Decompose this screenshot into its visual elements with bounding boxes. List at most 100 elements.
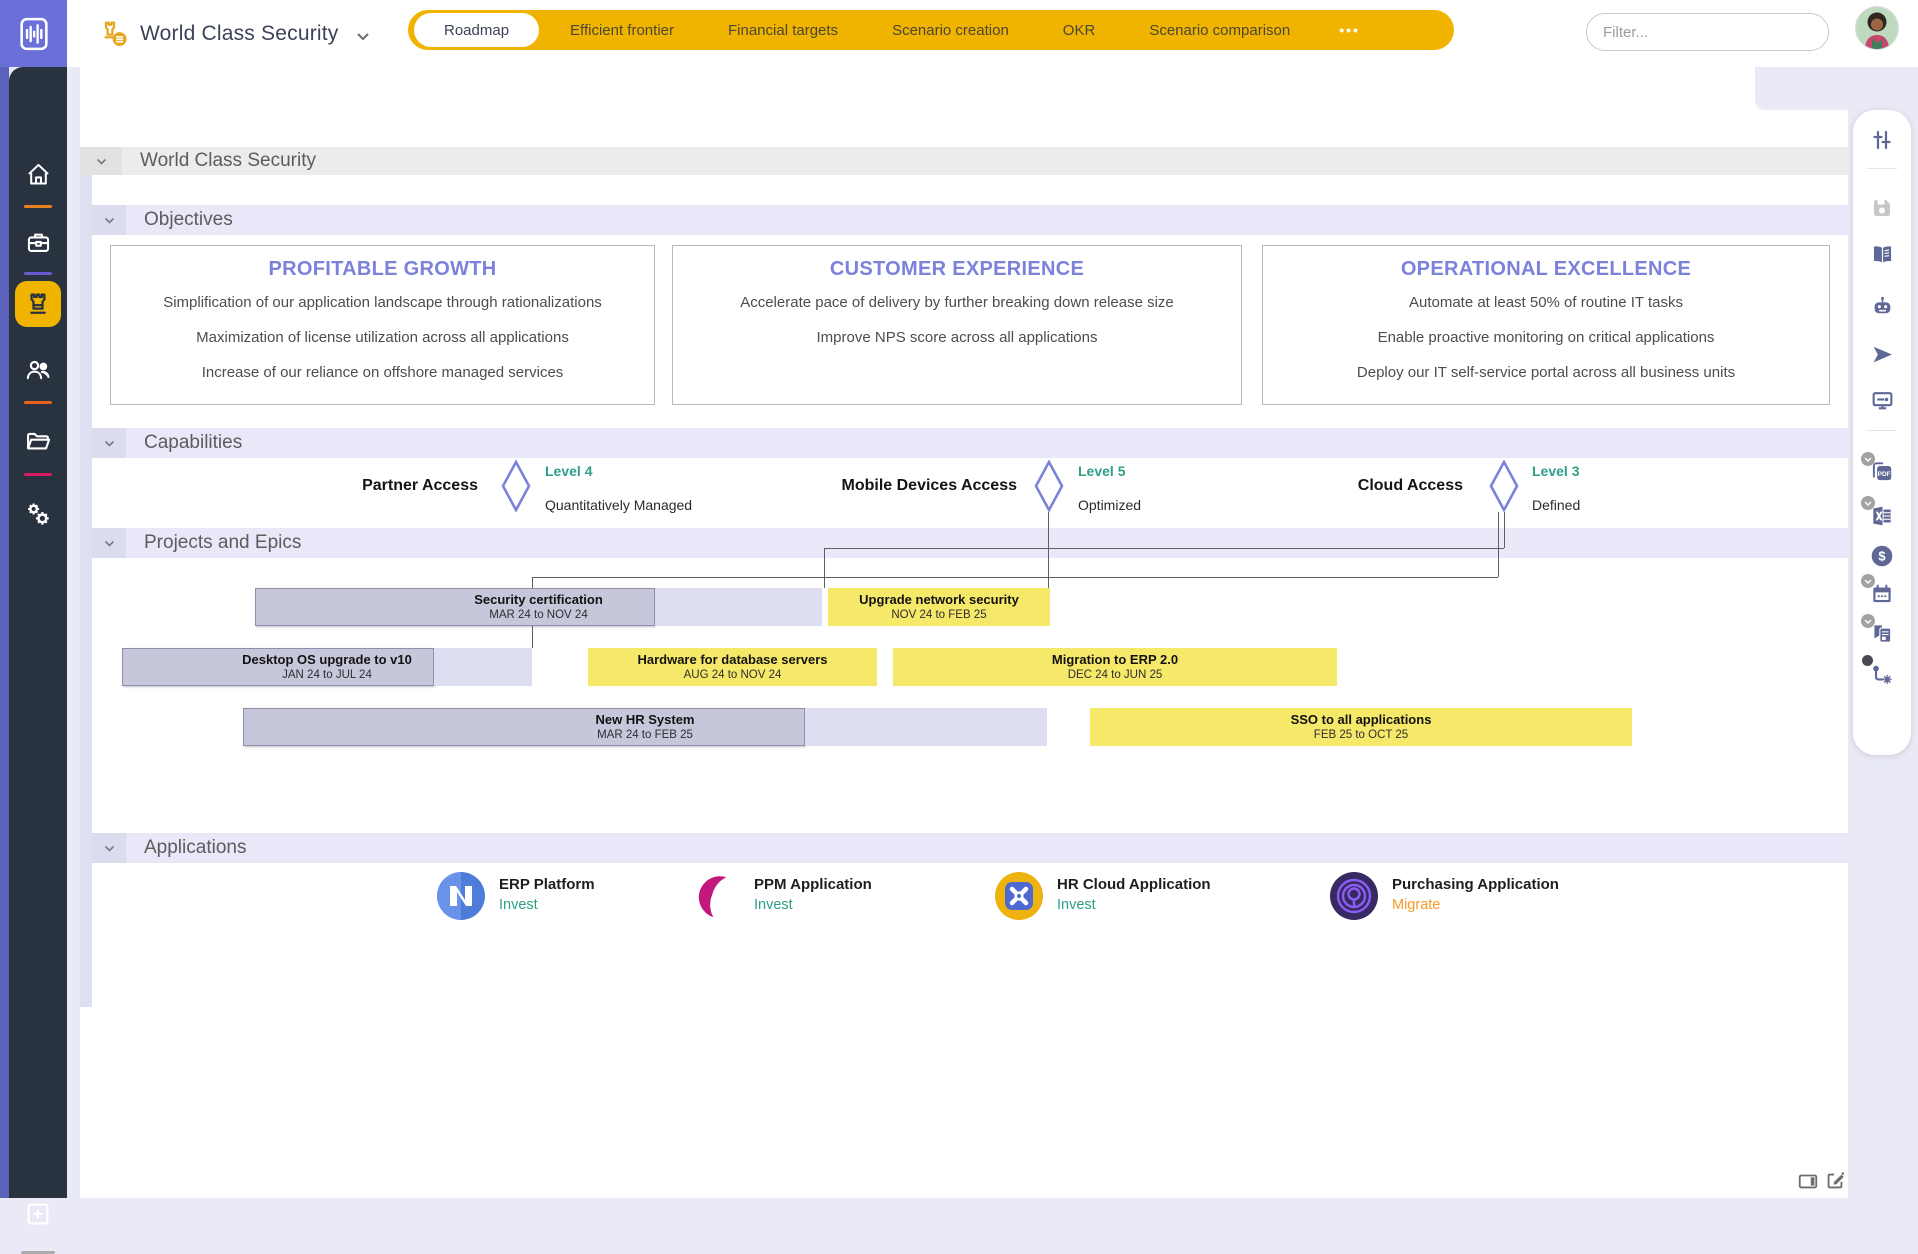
projects-band: Projects and Epics <box>92 528 1848 558</box>
objective-card[interactable]: OPERATIONAL EXCELLENCE Automate at least… <box>1262 245 1830 405</box>
tabs-overflow-button[interactable]: ••• <box>1317 22 1382 38</box>
top-header: World Class Security Roadmap Efficient f… <box>0 0 1918 67</box>
epic-bar[interactable]: Migration to ERP 2.0DEC 24 to JUN 25 <box>893 648 1337 686</box>
tab-efficient-frontier[interactable]: Efficient frontier <box>543 10 701 50</box>
tab-financial-targets[interactable]: Financial targets <box>701 10 865 50</box>
save-icon[interactable] <box>1868 194 1896 222</box>
epic-name: Security certification <box>474 592 603 608</box>
toolbar-divider <box>1867 430 1897 431</box>
capability-name: Partner Access <box>258 477 478 495</box>
connector-line <box>1504 512 1505 548</box>
epic-dates: MAR 24 to NOV 24 <box>489 608 587 622</box>
right-toolbar: PDF $ <box>1853 110 1911 755</box>
capability-diamond[interactable] <box>501 460 531 517</box>
objective-item: Improve NPS score across all application… <box>681 329 1233 346</box>
tab-scenario-comparison[interactable]: Scenario comparison <box>1122 10 1317 50</box>
excel-export-icon[interactable] <box>1868 502 1896 530</box>
objective-item: Automate at least 50% of routine IT task… <box>1271 294 1821 311</box>
app-logo[interactable] <box>0 0 67 67</box>
projects-collapse-caret[interactable] <box>92 528 126 558</box>
epic-bar[interactable]: Security certificationMAR 24 to NOV 24 <box>255 588 822 626</box>
applications-collapse-caret[interactable] <box>92 833 126 863</box>
roadmap-canvas: World Class Security Objectives PROFITAB… <box>80 67 1848 1198</box>
folder-icon[interactable] <box>23 427 53 457</box>
application-item[interactable]: HR Cloud Application Invest <box>993 870 1211 922</box>
epic-bar[interactable]: Desktop OS upgrade to v10JAN 24 to JUL 2… <box>122 648 532 686</box>
application-item[interactable]: PPM Application Invest <box>690 870 872 922</box>
calendar-icon[interactable] <box>1868 580 1896 608</box>
application-item[interactable]: ERP Platform Invest <box>435 870 595 922</box>
objective-card-title: PROFITABLE GROWTH <box>111 258 654 281</box>
filter-input[interactable] <box>1586 13 1829 51</box>
applications-title: Applications <box>144 837 246 859</box>
capabilities-band: Capabilities <box>92 428 1848 458</box>
connector-line <box>532 577 533 588</box>
objective-card[interactable]: CUSTOMER EXPERIENCE Accelerate pace of d… <box>672 245 1242 405</box>
home-underline <box>24 205 52 208</box>
application-item[interactable]: Purchasing Application Migrate <box>1328 870 1559 922</box>
root-collapse-caret[interactable] <box>80 147 122 175</box>
chevron-down-icon <box>1861 574 1875 588</box>
capabilities-collapse-caret[interactable] <box>92 428 126 458</box>
report-export-icon[interactable] <box>1868 620 1896 648</box>
book-icon[interactable] <box>1868 240 1896 268</box>
strategy-rook-icon[interactable] <box>15 281 61 327</box>
projects-title: Projects and Epics <box>144 532 301 554</box>
rail-accent-strip <box>0 0 9 1198</box>
panel-toggle-icon[interactable] <box>1797 1170 1819 1192</box>
send-icon[interactable] <box>1868 340 1896 368</box>
left-nav-rail <box>9 67 67 1198</box>
hr-cloud-application-icon <box>993 870 1045 922</box>
objective-card[interactable]: PROFITABLE GROWTH Simplification of our … <box>110 245 655 405</box>
status-dot <box>1862 655 1873 666</box>
home-icon[interactable] <box>23 159 53 189</box>
objectives-collapse-caret[interactable] <box>92 205 126 235</box>
objective-card-title: OPERATIONAL EXCELLENCE <box>1263 258 1829 281</box>
workspace-chevron-icon[interactable] <box>356 28 370 46</box>
epic-bar[interactable]: Hardware for database serversAUG 24 to N… <box>588 648 877 686</box>
presentation-icon[interactable] <box>1868 386 1896 414</box>
tab-okr[interactable]: OKR <box>1036 10 1123 50</box>
people-underline <box>24 401 52 404</box>
epic-dates: DEC 24 to JUN 25 <box>1068 668 1163 682</box>
edit-icon[interactable] <box>1824 1170 1846 1192</box>
connector-line <box>824 548 1504 549</box>
epic-dates: AUG 24 to NOV 24 <box>684 668 782 682</box>
erp-platform-icon <box>435 870 487 922</box>
chevron-down-icon <box>1861 496 1875 510</box>
tab-roadmap[interactable]: Roadmap <box>414 13 539 47</box>
epic-name: New HR System <box>596 712 695 728</box>
tab-scenario-creation[interactable]: Scenario creation <box>865 10 1036 50</box>
chevron-down-icon <box>1861 614 1875 628</box>
objective-item: Accelerate pace of delivery by further b… <box>681 294 1233 311</box>
application-status: Invest <box>754 897 872 913</box>
user-avatar[interactable] <box>1855 6 1899 50</box>
capability-level: Level 5 <box>1078 463 1125 479</box>
capability-diamond[interactable] <box>1034 460 1064 517</box>
dollar-icon[interactable]: $ <box>1868 542 1896 570</box>
epic-dates: MAR 24 to FEB 25 <box>597 728 693 742</box>
epic-bar[interactable]: New HR SystemMAR 24 to FEB 25 <box>243 708 1047 746</box>
application-name: ERP Platform <box>499 876 595 893</box>
capability-maturity: Optimized <box>1078 497 1141 513</box>
epic-dates: JAN 24 to JUL 24 <box>282 668 372 682</box>
settings-gears-icon[interactable] <box>23 499 53 529</box>
people-icon[interactable] <box>23 355 53 385</box>
application-name: Purchasing Application <box>1392 876 1559 893</box>
objective-item: Enable proactive monitoring on critical … <box>1271 329 1821 346</box>
capability-diamond[interactable] <box>1489 460 1519 517</box>
capability-name: Mobile Devices Access <box>797 477 1017 495</box>
epic-bar[interactable]: Upgrade network securityNOV 24 to FEB 25 <box>828 588 1050 626</box>
briefcase-icon[interactable] <box>23 227 53 257</box>
briefcase-underline <box>24 272 52 275</box>
add-workspace-icon[interactable] <box>23 1199 53 1229</box>
workflow-gear-icon[interactable] <box>1868 660 1896 688</box>
epic-bar[interactable]: SSO to all applicationsFEB 25 to OCT 25 <box>1090 708 1632 746</box>
sliders-icon[interactable] <box>1868 126 1896 154</box>
objective-card-title: CUSTOMER EXPERIENCE <box>673 258 1241 281</box>
pdf-export-icon[interactable]: PDF <box>1868 458 1896 486</box>
robot-icon[interactable] <box>1868 292 1896 320</box>
epic-dates: NOV 24 to FEB 25 <box>891 608 986 622</box>
svg-text:$: $ <box>1878 549 1886 564</box>
ppm-application-icon <box>690 870 742 922</box>
